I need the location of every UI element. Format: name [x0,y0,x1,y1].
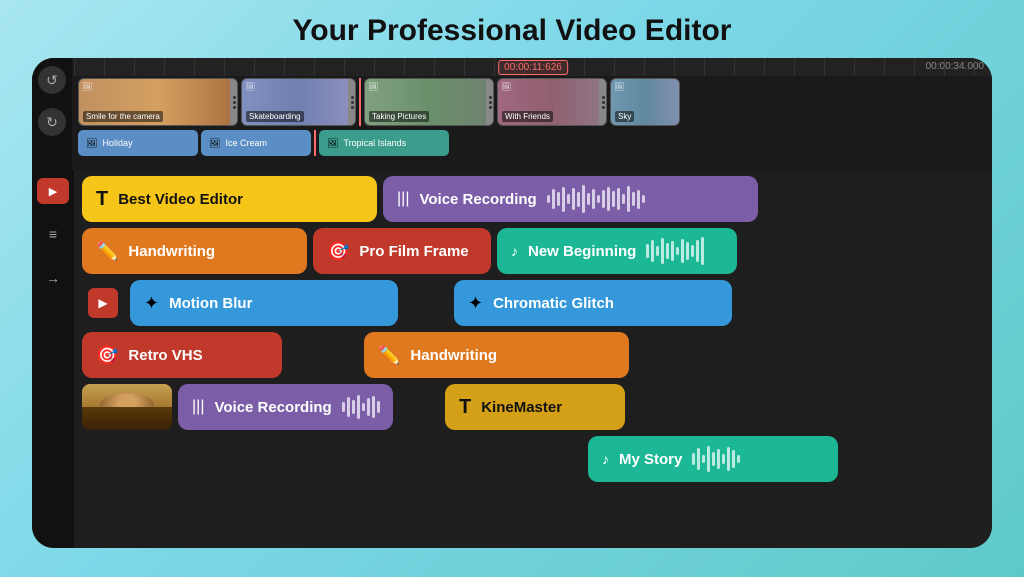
video-layer-icon[interactable]: ▶ [88,288,118,318]
retro-vhs-icon: 🎯 [96,345,118,366]
time-marker-bar: 00:00:11:626 00:00:34.000 [74,58,992,76]
pro-film-icon: 🎯 [327,241,349,262]
sub-clip-label-3: Tropical Islands [343,138,406,148]
timestamp-right: 00:00:34.000 [926,61,984,72]
handwriting-icon-right: ✏️ [378,345,400,366]
retro-vhs-label: Retro VHS [128,347,202,364]
clip-label-3: Taking Pictures [369,111,429,122]
sub-clip-2[interactable]: 🖼 Ice Cream [201,130,311,156]
kinemaster-t-icon: T [459,396,471,419]
page-title: Your Professional Video Editor [0,0,1024,58]
track-row-4: 🎯 Retro VHS ✏️ Handwriting [82,332,984,378]
editor-main: ▶ ≡ → T Best Video Editor ||| Voice Reco… [32,170,992,548]
video-clip-5[interactable]: 🖼 Sky [610,78,680,126]
audio-icon-1: ||| [397,190,409,208]
motion-blur-label: Motion Blur [169,295,252,312]
handwriting-block-right[interactable]: ✏️ Handwriting [364,332,629,378]
motion-blur-icon: ✦ [144,293,159,314]
motion-blur-block[interactable]: ✦ Motion Blur [130,280,398,326]
new-beginning-block[interactable]: ♪ New Beginning [497,228,737,274]
kinemaster-block[interactable]: T KineMaster [445,384,625,430]
left-sidebar: ▶ ≡ → [32,170,74,548]
handwriting-label-left: Handwriting [128,243,215,260]
pro-film-label: Pro Film Frame [359,243,468,260]
new-beginning-label: New Beginning [528,243,636,260]
best-video-editor-label: Best Video Editor [118,191,243,208]
waveform-3 [342,392,380,422]
timeline-controls: ↺ ↺ [32,58,72,170]
waveform-1 [547,184,645,214]
track-row-3: ▶ ✦ Motion Blur ✦ Chromatic Glitch [82,280,984,326]
best-video-editor-block[interactable]: T Best Video Editor [82,176,377,222]
voice-recording-label-1: Voice Recording [419,191,536,208]
music-icon-2: ♪ [602,451,609,467]
export-icon[interactable]: → [39,264,67,292]
track-row-2: ✏️ Handwriting 🎯 Pro Film Frame ♪ New Be… [82,228,984,274]
handwriting-block-left[interactable]: ✏️ Handwriting [82,228,307,274]
tracks-area: T Best Video Editor ||| Voice Recording … [74,170,992,548]
clip-label-4: With Friends [502,111,553,122]
audio-icon-2: ||| [192,398,204,416]
my-story-label: My Story [619,451,682,468]
clip-label-1: Smile for the camera [83,111,163,122]
video-thumbnail[interactable] [82,384,172,430]
pro-film-frame-block[interactable]: 🎯 Pro Film Frame [313,228,491,274]
voice-recording-label-2: Voice Recording [214,399,331,416]
voice-recording-block-2[interactable]: ||| Voice Recording [178,384,393,430]
video-clip-2[interactable]: 🖼 Skateboarding [241,78,356,126]
chromatic-label: Chromatic Glitch [493,295,614,312]
undo-button[interactable]: ↺ [38,66,66,94]
music-icon-1: ♪ [511,243,518,259]
kinemaster-label: KineMaster [481,399,562,416]
handwriting-icon-left: ✏️ [96,241,118,262]
sub-clip-label-1: Holiday [102,138,132,148]
video-icon[interactable]: ▶ [37,178,69,204]
playhead-marker [359,78,361,126]
clip-label-5: Sky [615,111,634,122]
track-row-5: ||| Voice Recording T KineMaster [82,384,984,430]
retro-vhs-block[interactable]: 🎯 Retro VHS [82,332,282,378]
text-icon: T [96,188,108,211]
redo-button[interactable]: ↺ [38,108,66,136]
sub-tracks-row: 🖼 Holiday 🖼 Ice Cream 🖼 Tropical Islands [74,128,992,158]
waveform-4 [692,444,740,474]
video-clip-3[interactable]: 🖼 Taking Pictures [364,78,494,126]
sub-clip-1[interactable]: 🖼 Holiday [78,130,198,156]
handwriting-label-right: Handwriting [410,347,497,364]
chromatic-icon: ✦ [468,293,483,314]
device-frame: ↺ ↺ 00:00:11:626 00:00:34.000 🖼 Smile fo… [32,58,992,548]
my-story-block[interactable]: ♪ My Story [588,436,838,482]
sub-clip-3[interactable]: 🖼 Tropical Islands [319,130,449,156]
track-row-6: ♪ My Story [82,436,984,482]
timeline-content: 00:00:11:626 00:00:34.000 🖼 Smile for th… [74,58,992,170]
video-tracks-row: 🖼 Smile for the camera 🖼 Skateboarding 🖼… [74,76,992,128]
timestamp-center: 00:00:11:626 [498,60,568,75]
timeline-area: ↺ ↺ 00:00:11:626 00:00:34.000 🖼 Smile fo… [32,58,992,170]
sub-clip-label-2: Ice Cream [225,138,267,148]
track-row-1: T Best Video Editor ||| Voice Recording [82,176,984,222]
video-clip-1[interactable]: 🖼 Smile for the camera [78,78,238,126]
voice-recording-block-1[interactable]: ||| Voice Recording [383,176,758,222]
chromatic-glitch-block[interactable]: ✦ Chromatic Glitch [454,280,732,326]
playhead-sub [314,130,316,156]
thumb-person-bg [82,384,172,430]
waveform-2 [646,236,704,266]
clip-label-2: Skateboarding [246,111,304,122]
layers-icon[interactable]: ≡ [39,220,67,248]
video-clip-4[interactable]: 🖼 With Friends [497,78,607,126]
